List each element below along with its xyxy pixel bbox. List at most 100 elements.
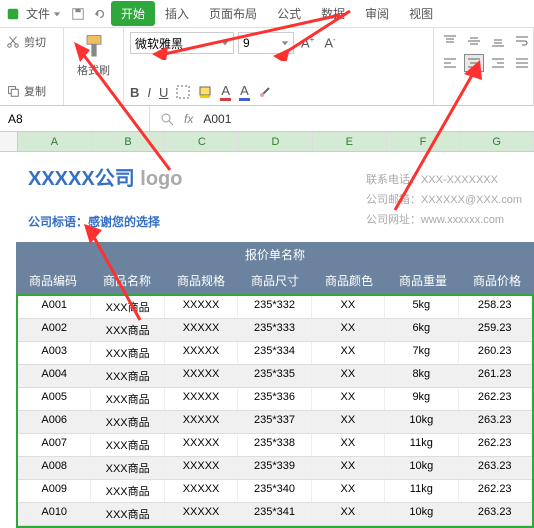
table-cell[interactable]: 262.23 <box>459 480 532 502</box>
table-cell[interactable]: 10kg <box>385 457 458 479</box>
table-cell[interactable]: 235*339 <box>238 457 311 479</box>
table-cell[interactable]: 6kg <box>385 319 458 341</box>
table-cell[interactable]: XX <box>312 342 385 364</box>
font-size-select[interactable]: 9 <box>238 32 294 54</box>
table-cell[interactable]: 261.23 <box>459 365 532 387</box>
tab-layout[interactable]: 页面布局 <box>199 1 267 26</box>
table-cell[interactable]: XXX商品 <box>91 434 164 456</box>
table-row[interactable]: A002XXX商品XXXXX235*333XX6kg259.23 <box>18 319 532 342</box>
tab-review[interactable]: 审阅 <box>355 1 399 26</box>
table-cell[interactable]: 259.23 <box>459 319 532 341</box>
table-cell[interactable]: A005 <box>18 388 91 410</box>
table-cell[interactable]: 235*332 <box>238 296 311 318</box>
table-cell[interactable]: XXXXX <box>165 365 238 387</box>
table-cell[interactable]: XX <box>312 319 385 341</box>
table-cell[interactable]: A002 <box>18 319 91 341</box>
font-color-button[interactable]: A <box>220 83 231 101</box>
table-cell[interactable]: 258.23 <box>459 296 532 318</box>
table-cell[interactable]: XXX商品 <box>91 480 164 502</box>
tab-view[interactable]: 视图 <box>399 1 443 26</box>
table-cell[interactable]: XXX商品 <box>91 342 164 364</box>
align-left-button[interactable] <box>440 54 460 72</box>
table-cell[interactable]: XXXXX <box>165 342 238 364</box>
col-header[interactable]: C <box>165 132 239 151</box>
table-cell[interactable]: 263.23 <box>459 503 532 525</box>
table-cell[interactable]: XXX商品 <box>91 296 164 318</box>
table-row[interactable]: A006XXX商品XXXXX235*337XX10kg263.23 <box>18 411 532 434</box>
table-cell[interactable]: XXXXX <box>165 388 238 410</box>
table-cell[interactable]: A009 <box>18 480 91 502</box>
tab-home[interactable]: 开始 <box>111 1 155 26</box>
decrease-font-button[interactable]: A- <box>321 35 338 50</box>
fx-label[interactable]: fx <box>184 112 193 126</box>
table-cell[interactable]: XX <box>312 480 385 502</box>
table-cell[interactable]: XX <box>312 434 385 456</box>
table-cell[interactable]: XX <box>312 503 385 525</box>
table-cell[interactable]: 235*334 <box>238 342 311 364</box>
table-cell[interactable]: XXX商品 <box>91 388 164 410</box>
undo-icon[interactable] <box>93 7 107 21</box>
italic-button[interactable]: I <box>147 85 151 100</box>
table-cell[interactable]: 10kg <box>385 503 458 525</box>
fill-color-button[interactable] <box>198 85 212 99</box>
table-cell[interactable]: 263.23 <box>459 411 532 433</box>
table-cell[interactable]: XXX商品 <box>91 411 164 433</box>
align-center-button[interactable] <box>464 54 484 72</box>
table-cell[interactable]: 263.23 <box>459 457 532 479</box>
table-cell[interactable]: 235*337 <box>238 411 311 433</box>
col-header[interactable]: G <box>460 132 534 151</box>
table-cell[interactable]: 260.23 <box>459 342 532 364</box>
table-cell[interactable]: 262.23 <box>459 434 532 456</box>
table-cell[interactable]: XXX商品 <box>91 503 164 525</box>
table-cell[interactable]: XXXXX <box>165 457 238 479</box>
file-menu[interactable]: 文件 <box>20 5 67 22</box>
table-cell[interactable]: A003 <box>18 342 91 364</box>
copy-button[interactable]: 复制 <box>6 81 57 101</box>
table-cell[interactable]: 235*341 <box>238 503 311 525</box>
table-cell[interactable]: 5kg <box>385 296 458 318</box>
table-row[interactable]: A005XXX商品XXXXX235*336XX9kg262.23 <box>18 388 532 411</box>
table-cell[interactable]: XX <box>312 457 385 479</box>
format-painter-button[interactable]: 格式刷 <box>70 32 117 78</box>
align-bottom-button[interactable] <box>488 32 508 50</box>
col-header[interactable]: B <box>92 132 166 151</box>
table-cell[interactable]: XXX商品 <box>91 365 164 387</box>
table-row[interactable]: A009XXX商品XXXXX235*340XX11kg262.23 <box>18 480 532 503</box>
table-cell[interactable]: XX <box>312 365 385 387</box>
table-row[interactable]: A008XXX商品XXXXX235*339XX10kg263.23 <box>18 457 532 480</box>
table-cell[interactable]: 235*336 <box>238 388 311 410</box>
table-cell[interactable]: 262.23 <box>459 388 532 410</box>
table-cell[interactable]: XX <box>312 296 385 318</box>
tab-insert[interactable]: 插入 <box>155 1 199 26</box>
col-header[interactable]: E <box>313 132 387 151</box>
bold-button[interactable]: B <box>130 85 139 100</box>
table-cell[interactable]: 7kg <box>385 342 458 364</box>
table-row[interactable]: A004XXX商品XXXXX235*335XX8kg261.23 <box>18 365 532 388</box>
save-icon[interactable] <box>71 7 85 21</box>
table-cell[interactable]: XX <box>312 388 385 410</box>
tab-data[interactable]: 数据 <box>311 1 355 26</box>
align-top-button[interactable] <box>440 32 460 50</box>
table-cell[interactable]: 9kg <box>385 388 458 410</box>
table-cell[interactable]: 235*333 <box>238 319 311 341</box>
table-cell[interactable]: A007 <box>18 434 91 456</box>
col-header[interactable]: F <box>387 132 461 151</box>
sheet-content[interactable]: XXXXX公司 logo 公司标语：感谢您的选择 联系电话：XXX-XXXXXX… <box>16 152 534 528</box>
col-header[interactable]: A <box>18 132 92 151</box>
search-icon[interactable] <box>160 112 174 126</box>
underline-button[interactable]: U <box>159 85 168 100</box>
table-row[interactable]: A007XXX商品XXXXX235*338XX11kg262.23 <box>18 434 532 457</box>
table-cell[interactable]: A004 <box>18 365 91 387</box>
table-cell[interactable]: XX <box>312 411 385 433</box>
borders-button[interactable] <box>176 85 190 99</box>
align-justify-button[interactable] <box>512 54 532 72</box>
highlight-button[interactable]: A <box>239 83 250 101</box>
table-cell[interactable]: A001 <box>18 296 91 318</box>
table-cell[interactable]: 11kg <box>385 434 458 456</box>
table-row[interactable]: A003XXX商品XXXXX235*334XX7kg260.23 <box>18 342 532 365</box>
clear-format-button[interactable] <box>258 85 272 99</box>
table-cell[interactable]: 235*335 <box>238 365 311 387</box>
formula-value[interactable]: A001 <box>203 112 231 126</box>
select-all-corner[interactable] <box>0 132 18 151</box>
table-cell[interactable]: XXXXX <box>165 411 238 433</box>
